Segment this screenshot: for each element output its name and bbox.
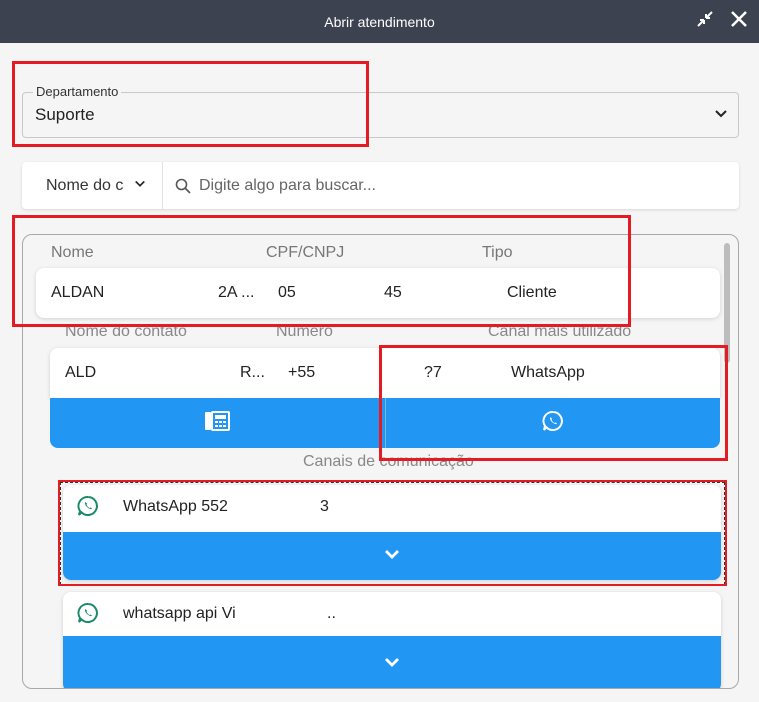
channel-item[interactable]: WhatsApp 552 3 [63, 485, 721, 580]
contact-actions [50, 398, 720, 448]
contact-row[interactable]: ALD R... +55 ?7 WhatsApp [50, 348, 720, 398]
scrollbar[interactable] [724, 243, 730, 363]
department-value: Suporte [35, 105, 95, 124]
search-filter-select[interactable]: Nome do c [22, 162, 163, 209]
call-button[interactable] [50, 398, 385, 448]
chevron-down-icon [384, 655, 400, 673]
close-icon[interactable] [726, 6, 752, 32]
column-header-tipo: Tipo [482, 244, 513, 261]
column-header-canal: Canal mais utilizado [488, 323, 632, 340]
client-name: ALDAN [51, 284, 105, 301]
client-doc-tail: 45 [384, 284, 402, 301]
whatsapp-icon [77, 602, 99, 629]
column-header-nome-contato: Nome do contato [65, 323, 187, 340]
column-header-cpf-cnpj: CPF/CNPJ [266, 244, 345, 261]
chevron-down-icon [134, 177, 146, 195]
collapse-icon[interactable] [692, 6, 718, 32]
client-doc: 05 [278, 284, 296, 301]
contact-name-tail: R... [240, 364, 265, 381]
channel-expand-button[interactable] [63, 636, 721, 688]
client-type: Cliente [507, 284, 557, 301]
channel-expand-button[interactable] [63, 532, 721, 580]
contact-number-tail: ?7 [424, 364, 442, 381]
channels-title: Canais de comunicação [303, 453, 474, 470]
search-bar: Nome do c [22, 162, 739, 209]
channel-header[interactable]: whatsapp api Vi .. [63, 592, 721, 636]
channel-label: WhatsApp 552 [123, 498, 228, 515]
chevron-down-icon [384, 547, 400, 565]
client-name-tail: 2A ... [218, 284, 255, 301]
channel-label-tail: 3 [320, 498, 329, 515]
column-header-nome: Nome [51, 244, 94, 261]
department-label: Departamento [33, 84, 122, 99]
whatsapp-button[interactable] [384, 398, 721, 448]
whatsapp-icon [77, 495, 99, 522]
column-header-numero: Numero [276, 323, 333, 340]
dialog-titlebar: Abrir atendimento [0, 0, 759, 43]
chevron-down-icon [714, 107, 728, 126]
department-select[interactable]: Departamento Suporte [22, 84, 739, 138]
dialog-title: Abrir atendimento [324, 13, 435, 30]
contact-channel: WhatsApp [511, 364, 585, 381]
search-filter-value: Nome do c [46, 176, 124, 194]
results-panel: Nome CPF/CNPJ Tipo ALDAN 2A ... 05 45 Cl… [22, 234, 739, 689]
contact-number: +55 [288, 364, 316, 381]
channel-item[interactable]: whatsapp api Vi .. [63, 592, 721, 688]
search-input[interactable] [199, 176, 719, 195]
channel-label: whatsapp api Vi [123, 605, 236, 622]
client-row[interactable]: ALDAN 2A ... 05 45 Cliente [36, 268, 720, 318]
whatsapp-icon [542, 410, 564, 437]
search-icon [175, 178, 191, 194]
phone-list-icon [204, 410, 231, 437]
channel-label-tail: .. [327, 605, 336, 622]
channel-header[interactable]: WhatsApp 552 3 [63, 485, 721, 529]
contact-name: ALD [65, 364, 97, 381]
